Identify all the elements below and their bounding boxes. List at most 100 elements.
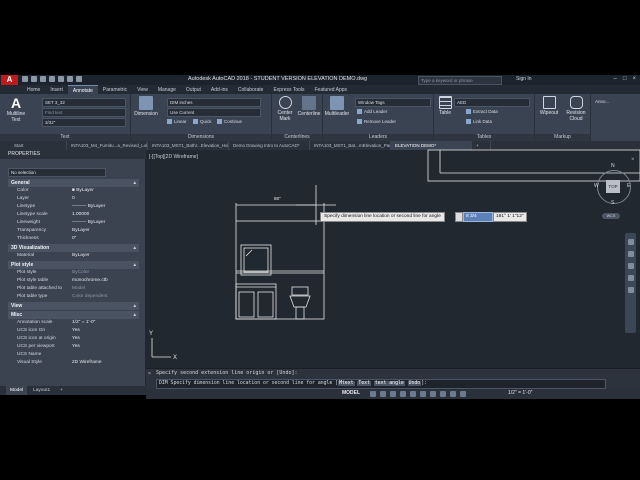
command-close-icon[interactable]: ×	[148, 371, 151, 377]
properties-section-view[interactable]: View	[8, 302, 139, 310]
dynamic-input-angle[interactable]: 181° 1' 1"12"	[493, 212, 527, 222]
ortho-icon[interactable]	[390, 391, 396, 397]
property-value[interactable]: Yes	[72, 335, 139, 343]
property-value[interactable]: Model	[72, 285, 139, 293]
compass-e[interactable]: E	[627, 183, 630, 189]
table-style-select[interactable]: AED	[454, 98, 530, 107]
table-button[interactable]: Table	[436, 96, 454, 116]
saveas-icon[interactable]	[49, 76, 55, 82]
property-row[interactable]: Linetype ——— ByLayer	[8, 203, 139, 211]
property-value[interactable]: 0	[72, 195, 139, 203]
search-input[interactable]: Type a keyword or phrase	[418, 76, 502, 85]
ribbon-tab-add-ins[interactable]: Add-ins	[206, 85, 233, 94]
leaders-panel-title[interactable]: Leaders	[323, 134, 433, 141]
property-row[interactable]: Lineweight ——— ByLayer	[8, 219, 139, 227]
property-row[interactable]: Plot style ByColor	[8, 269, 139, 277]
property-value[interactable]: ByLayer	[72, 227, 139, 235]
viewport-close-icon[interactable]: ×	[631, 157, 635, 163]
open-icon[interactable]	[31, 76, 37, 82]
property-row[interactable]: UCS icon On Yes	[8, 327, 139, 335]
centerline-button[interactable]: Centerline	[296, 96, 322, 117]
property-row[interactable]: Layer 0	[8, 195, 139, 203]
option-text-angle[interactable]: text angle	[373, 381, 405, 386]
layout-tab-add[interactable]: +	[56, 386, 67, 395]
tables-panel-title[interactable]: Tables	[434, 134, 534, 141]
option-undo[interactable]: Undo	[407, 381, 422, 386]
viewport-controls[interactable]: [-][Top][2D Wireframe]	[149, 154, 198, 160]
gizmo-icon[interactable]	[450, 391, 456, 397]
zoom-icon[interactable]	[627, 263, 634, 269]
property-row[interactable]: Transparency ByLayer	[8, 227, 139, 235]
property-value[interactable]: Color dependent	[72, 293, 139, 301]
property-value[interactable]: 2D Wireframe	[72, 359, 139, 367]
compass-s[interactable]: S	[611, 200, 614, 206]
property-value[interactable]: ■ ByLayer	[72, 187, 139, 195]
text-height-select[interactable]: 3/32"	[42, 118, 126, 127]
ribbon-tab-home[interactable]: Home	[22, 85, 45, 94]
linear-button[interactable]: Linear	[167, 118, 187, 125]
property-value[interactable]: ByLayer	[72, 252, 139, 260]
lineweight-icon[interactable]	[430, 391, 436, 397]
properties-section-general[interactable]: General	[8, 179, 139, 187]
property-value[interactable]: Yes	[72, 343, 139, 351]
ribbon-tab-output[interactable]: Output	[181, 85, 206, 94]
property-value[interactable]: 0"	[72, 235, 139, 243]
annotation-visibility-icon[interactable]	[460, 391, 466, 397]
center-mark-button[interactable]: Center Mark	[274, 96, 296, 122]
multileader-button[interactable]: Multileader	[323, 96, 351, 117]
snap-icon[interactable]	[380, 391, 386, 397]
properties-section-plot-style[interactable]: Plot style	[8, 261, 139, 269]
leader-style-select[interactable]: Window Tags	[355, 98, 431, 107]
dim-layer-select[interactable]: Use Current	[167, 108, 261, 117]
osnap-icon[interactable]	[410, 391, 416, 397]
property-row[interactable]: Visual Style 2D Wireframe	[8, 359, 139, 367]
property-row[interactable]: Annotation scale 1/2" = 1'-0"	[8, 319, 139, 327]
save-icon[interactable]	[40, 76, 46, 82]
file-tab[interactable]: INTA103_MST1_Bat...mElevation_ParkM*	[310, 141, 391, 150]
compass-w[interactable]: W	[594, 183, 599, 189]
property-row[interactable]: Linetype scale 1.00000	[8, 211, 139, 219]
showmotion-icon[interactable]	[627, 287, 634, 293]
extract-data-button[interactable]: Extract Data	[466, 108, 498, 115]
ribbon-tab-view[interactable]: View	[132, 85, 153, 94]
ribbon-tab-annotate[interactable]: Annotate	[67, 85, 98, 94]
property-value[interactable]	[72, 351, 139, 359]
property-value[interactable]: Yes	[72, 327, 139, 335]
steering-wheel-icon[interactable]	[627, 239, 634, 245]
new-icon[interactable]	[22, 76, 28, 82]
selection-cycling-icon[interactable]	[440, 391, 446, 397]
property-value[interactable]: 1.00000	[72, 211, 139, 219]
drawing-canvas[interactable]	[146, 150, 640, 368]
property-row[interactable]: Plot table attached to Model	[8, 285, 139, 293]
property-row[interactable]: Color ■ ByLayer	[8, 187, 139, 195]
polar-icon[interactable]	[400, 391, 406, 397]
property-row[interactable]: Material ByLayer	[8, 252, 139, 260]
selection-select[interactable]: No selection	[8, 168, 106, 177]
property-row[interactable]: UCS Name	[8, 351, 139, 359]
otrack-icon[interactable]	[420, 391, 426, 397]
ribbon-tab-collaborate[interactable]: Collaborate	[233, 85, 269, 94]
property-value[interactable]: 1/2" = 1'-0"	[72, 319, 139, 327]
ribbon-tab-parametric[interactable]: Parametric	[98, 85, 132, 94]
wipeout-button[interactable]: Wipeout	[537, 96, 561, 116]
annotation-scaling-button[interactable]: Anno...	[595, 98, 609, 105]
properties-section-3d-visualization[interactable]: 3D Visualization	[8, 244, 139, 252]
property-value[interactable]: ByColor	[72, 269, 139, 277]
property-row[interactable]: Plot table type Color dependent	[8, 293, 139, 301]
new-tab-button[interactable]: +	[472, 141, 491, 150]
maximize-icon[interactable]: □	[623, 76, 627, 82]
continue-button[interactable]: Continue	[217, 118, 242, 125]
property-row[interactable]: UCS per viewport Yes	[8, 343, 139, 351]
pan-icon[interactable]	[627, 251, 634, 257]
text-panel-title[interactable]: Text	[0, 134, 130, 141]
layout-tab-model[interactable]: Model	[6, 386, 28, 395]
text-style-select[interactable]: SET 3_32	[42, 98, 126, 107]
wcs-menu[interactable]: WCS	[602, 213, 620, 219]
dimensions-panel-title[interactable]: Dimensions	[131, 134, 271, 141]
markup-panel-title[interactable]: Markup	[535, 134, 590, 141]
property-row[interactable]: Plot style table monochrome.ctb	[8, 277, 139, 285]
model-space-toggle[interactable]: MODEL	[342, 390, 360, 396]
add-leader-button[interactable]: Add Leader	[357, 108, 387, 115]
multiline-text-button[interactable]: A Multiline Text	[4, 96, 28, 123]
file-tab[interactable]: INTA103_M4_Furnitu...a_Revised_Lok...	[67, 141, 148, 150]
